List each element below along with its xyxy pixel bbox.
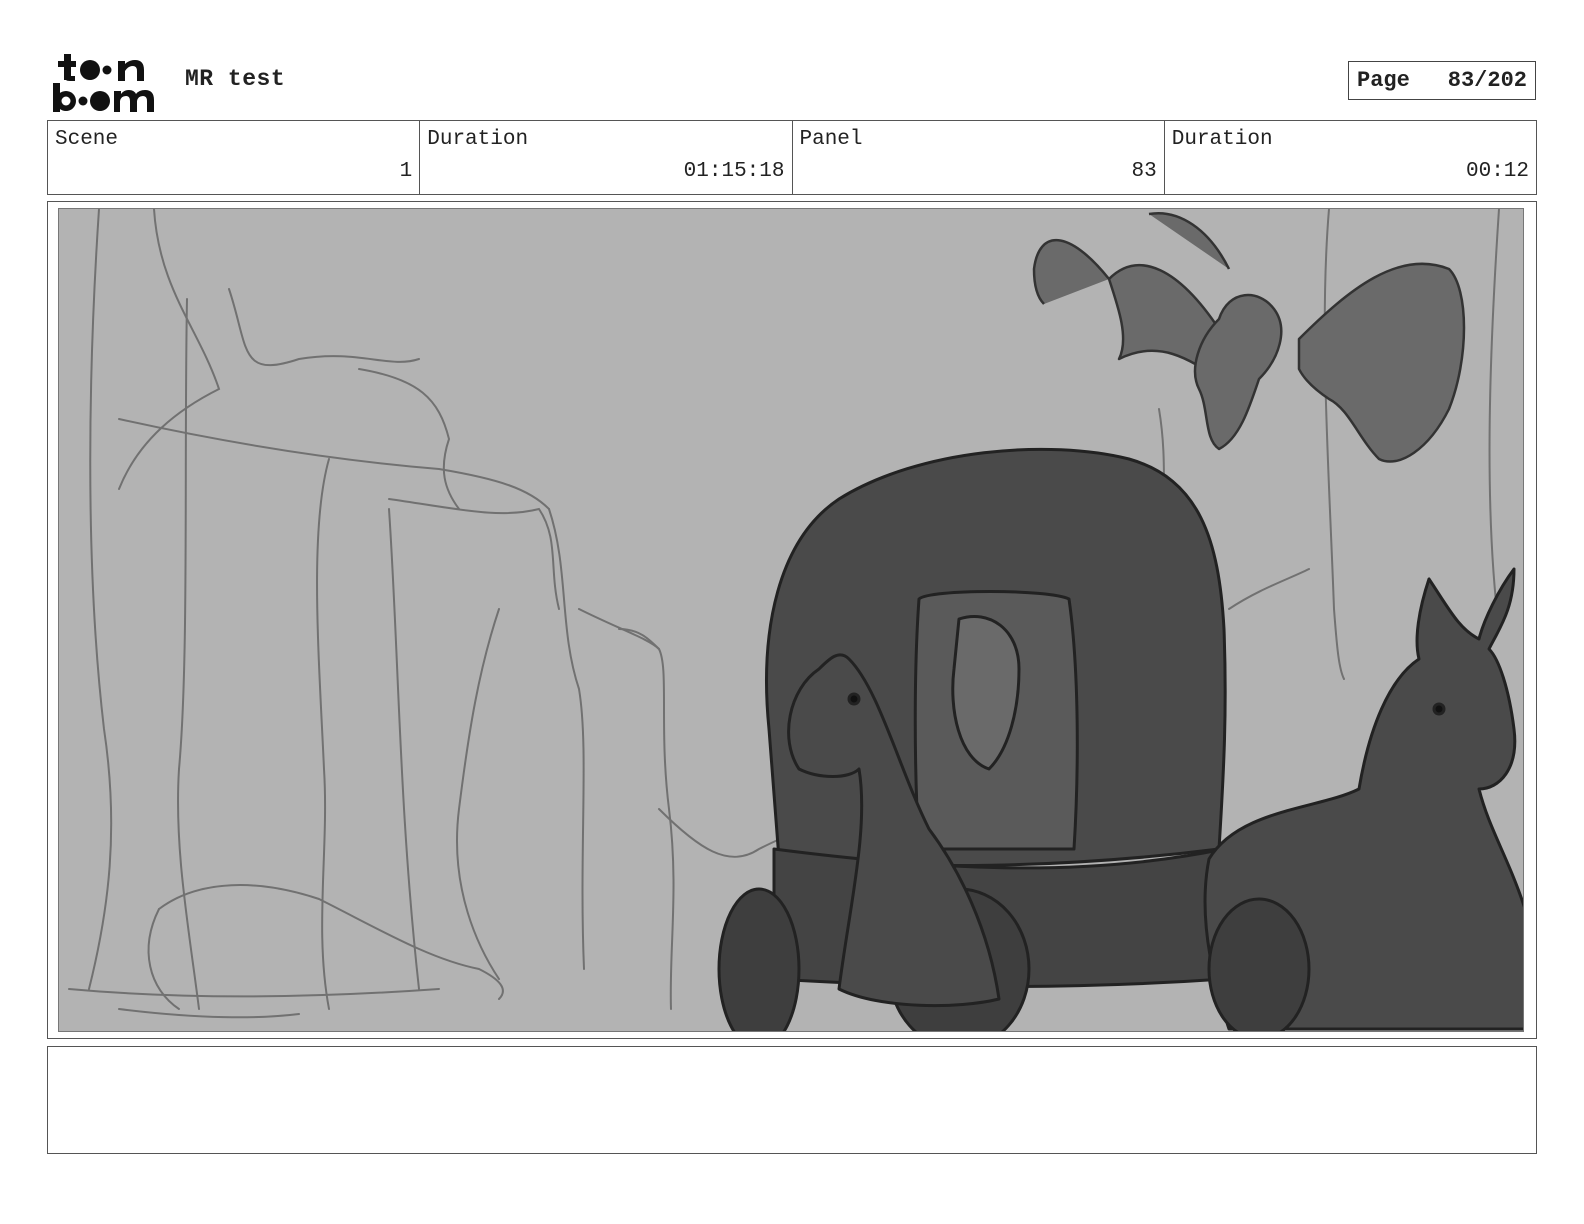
- page-indicator: Page 83/202: [1348, 61, 1536, 100]
- scene-duration-value: 01:15:18: [683, 160, 785, 183]
- scene-value: 1: [399, 160, 413, 183]
- panel-cell: Panel 83: [793, 121, 1165, 194]
- storyboard-sketch-icon: [68, 209, 1523, 1031]
- scene-duration-cell: Duration 01:15:18: [420, 121, 793, 194]
- scene-duration-label: Duration: [427, 128, 529, 151]
- page-label: Page: [1357, 68, 1410, 93]
- project-title: MR test: [185, 66, 286, 92]
- storyboard-panel-image: [58, 208, 1524, 1032]
- panel-duration-cell: Duration 00:12: [1165, 121, 1536, 194]
- panel-notes-box: [47, 1046, 1537, 1154]
- panel-label: Panel: [799, 128, 863, 151]
- panel-duration-label: Duration: [1171, 128, 1273, 151]
- toon-boom-logo: [53, 54, 154, 112]
- page-number: 83/202: [1447, 68, 1527, 93]
- panel-duration-value: 00:12: [1465, 160, 1529, 183]
- scene-label: Scene: [55, 128, 119, 151]
- scene-cell: Scene 1: [48, 121, 421, 194]
- panel-info-row: Scene 1 Duration 01:15:18 Panel 83 Durat…: [47, 120, 1537, 195]
- panel-value: 83: [1131, 160, 1157, 183]
